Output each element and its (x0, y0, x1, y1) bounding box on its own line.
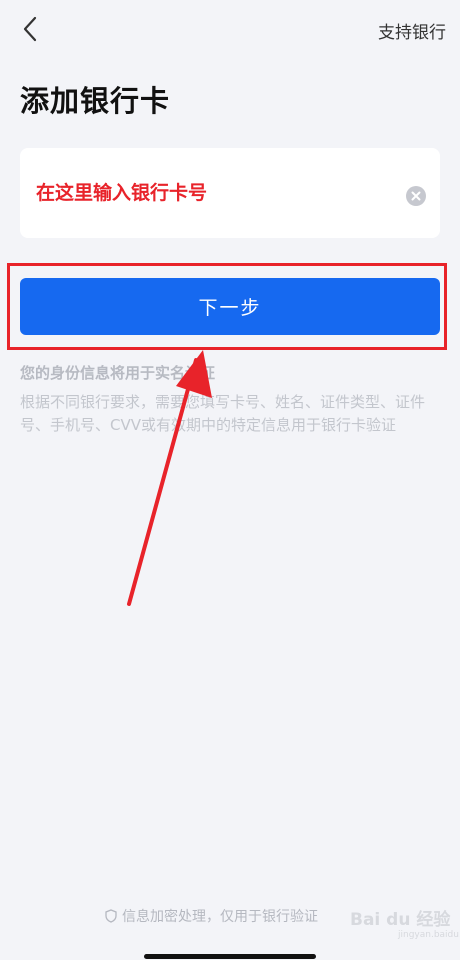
watermark-logo: Bai du 经验 (350, 910, 451, 930)
security-footer-text: 信息加密处理，仅用于银行验证 (122, 909, 318, 925)
security-footer: 信息加密处理，仅用于银行验证 (104, 906, 318, 926)
watermark-url: jingyan.baidu.com (398, 930, 460, 940)
shield-icon (105, 909, 117, 923)
home-indicator[interactable] (144, 954, 316, 959)
annotation-arrow (127, 350, 212, 606)
